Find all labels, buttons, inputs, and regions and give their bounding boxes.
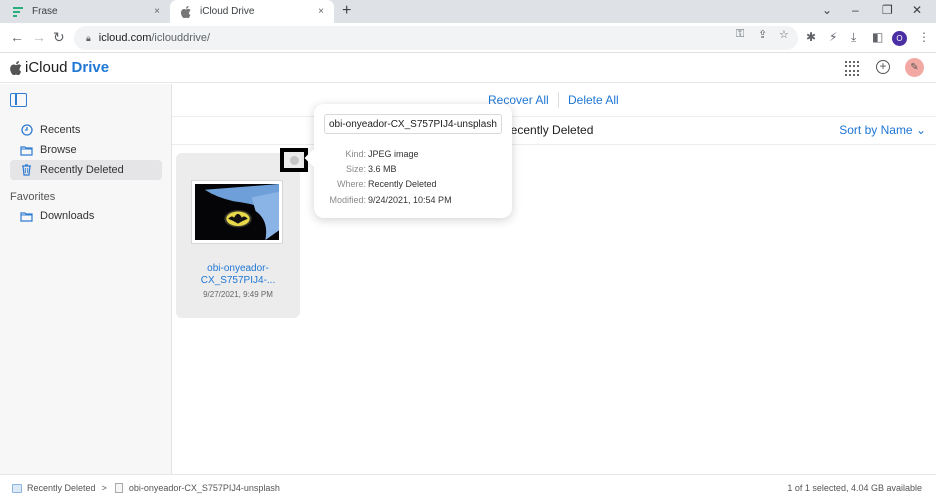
filename-input[interactable]	[324, 114, 502, 134]
profile-avatar[interactable]: O	[892, 31, 907, 46]
tab-frase[interactable]: Frase ×	[0, 0, 170, 23]
sidebar-item-downloads[interactable]: Downloads	[10, 206, 162, 226]
clock-icon	[20, 124, 33, 136]
info-key: Where:	[336, 179, 366, 189]
info-icon	[290, 156, 299, 165]
sidebar-item-label: Downloads	[40, 210, 95, 222]
folder-icon	[12, 483, 22, 493]
frase-icon	[12, 6, 24, 18]
breadcrumb-folder[interactable]: Recently Deleted	[27, 483, 96, 493]
menu-kebab-icon[interactable]: ⋮	[918, 30, 930, 44]
info-row-where: Where: Recently Deleted	[314, 179, 512, 191]
share-icon[interactable]: ⇪	[758, 28, 767, 41]
info-value: Recently Deleted	[368, 179, 437, 189]
url-host: icloud.com	[98, 32, 152, 44]
sidebar-item-label: Browse	[40, 144, 77, 156]
close-window-button[interactable]: ✕	[912, 3, 922, 17]
sidebar: Recents Browse Recently Deleted Favorite…	[0, 84, 172, 474]
address-bar[interactable]: 🔒︎ icloud.com/iclouddrive/	[74, 26, 798, 50]
add-plus-icon[interactable]: +	[876, 60, 890, 74]
folder-icon	[20, 144, 33, 156]
app-grid-icon[interactable]	[845, 61, 860, 76]
sidebar-toggle-icon[interactable]	[10, 93, 27, 107]
apple-logo-icon	[10, 60, 22, 75]
browser-toolbar: ← → ↻ 🔒︎ icloud.com/iclouddrive/ ⚿ ⇪ ☆ ✱…	[0, 23, 936, 53]
side-panel-icon[interactable]: ◧	[872, 30, 883, 44]
lock-icon: 🔒︎	[86, 32, 91, 43]
file-name[interactable]: obi-onyeador- CX_S757PIJ4-...	[176, 263, 300, 287]
info-key: Size:	[345, 164, 366, 174]
extensions-icon[interactable]: ✱	[806, 30, 816, 44]
document-icon	[114, 483, 123, 493]
tab-search-icon[interactable]: ⌄	[822, 3, 832, 17]
sidebar-item-browse[interactable]: Browse	[10, 140, 162, 160]
restore-button[interactable]: ❐	[882, 3, 893, 17]
delete-all-button[interactable]: Delete All	[568, 93, 619, 107]
sort-by-dropdown[interactable]: Sort by Name ⌄	[839, 123, 926, 137]
trash-icon	[20, 164, 33, 176]
reload-icon[interactable]: ↻	[53, 29, 65, 46]
sidebar-item-recents[interactable]: Recents	[10, 120, 162, 140]
browser-tab-strip: Frase × iCloud Drive × + ⌄ – ❐ ✕	[0, 0, 936, 23]
info-row-kind: Kind: JPEG image	[314, 149, 512, 161]
sidebar-item-recently-deleted[interactable]: Recently Deleted	[10, 160, 162, 180]
sidebar-item-label: Recents	[40, 124, 81, 136]
info-value: 9/24/2021, 10:54 PM	[368, 195, 452, 205]
info-value: JPEG image	[368, 149, 419, 159]
info-value: 3.6 MB	[368, 164, 397, 174]
status-bar: Recently Deleted > obi-onyeador-CX_S757P…	[0, 474, 936, 500]
apple-icon	[180, 5, 192, 18]
close-tab-icon[interactable]: ×	[154, 6, 160, 17]
file-name-line: obi-onyeador-	[207, 263, 269, 274]
file-date: 9/27/2021, 9:49 PM	[203, 290, 273, 299]
back-arrow-icon[interactable]: ←	[10, 29, 24, 45]
extension-bolt-icon[interactable]: ⚡︎	[829, 30, 837, 44]
tab-title: iCloud Drive	[200, 6, 255, 17]
breadcrumb: Recently Deleted > obi-onyeador-CX_S757P…	[12, 483, 280, 493]
info-row-modified: Modified: 9/24/2021, 10:54 PM	[314, 195, 512, 207]
minimize-button[interactable]: –	[852, 3, 859, 17]
close-tab-icon[interactable]: ×	[318, 6, 324, 17]
file-name-line: CX_S757PIJ4-...	[200, 275, 276, 286]
icloud-header: iCloud Drive + ✎	[0, 53, 936, 83]
tab-title: Frase	[32, 6, 58, 17]
info-key: Kind:	[345, 149, 366, 159]
info-row-size: Size: 3.6 MB	[314, 164, 512, 176]
storage-summary: 1 of 1 selected, 4.04 GB available	[787, 483, 922, 493]
info-key: Modified:	[329, 195, 366, 205]
brand-prefix: iCloud	[25, 59, 68, 76]
file-info-popover: Kind: JPEG image Size: 3.6 MB Where: Rec…	[314, 104, 512, 218]
file-item[interactable]: obi-onyeador- CX_S757PIJ4-... 9/27/2021,…	[176, 153, 300, 318]
chevron-right-icon: >	[101, 483, 107, 493]
icloud-drive-logo[interactable]: iCloud Drive	[10, 59, 109, 76]
download-icon[interactable]: ⤓	[851, 30, 856, 45]
folder-icon	[20, 210, 33, 222]
file-info-button[interactable]	[280, 148, 308, 172]
divider	[558, 92, 559, 108]
new-tab-button[interactable]: +	[342, 2, 351, 20]
key-icon[interactable]: ⚿	[736, 28, 744, 41]
account-avatar[interactable]: ✎	[905, 58, 924, 77]
brand-product: Drive	[71, 59, 110, 76]
breadcrumb-file: obi-onyeador-CX_S757PIJ4-unsplash	[128, 483, 280, 493]
tab-icloud-drive[interactable]: iCloud Drive ×	[170, 0, 334, 23]
bookmark-star-icon[interactable]: ☆	[779, 28, 789, 41]
action-bar: Recover All Delete All	[172, 84, 936, 117]
folder-title-bar: Recently Deleted Sort by Name ⌄	[172, 117, 936, 145]
url-path: /iclouddrive/	[151, 32, 211, 44]
page-title: Recently Deleted	[502, 123, 594, 137]
forward-arrow-icon[interactable]: →	[32, 29, 46, 45]
file-thumbnail	[191, 180, 283, 244]
sidebar-item-label: Recently Deleted	[40, 164, 124, 176]
favorites-heading: Favorites	[10, 191, 56, 203]
